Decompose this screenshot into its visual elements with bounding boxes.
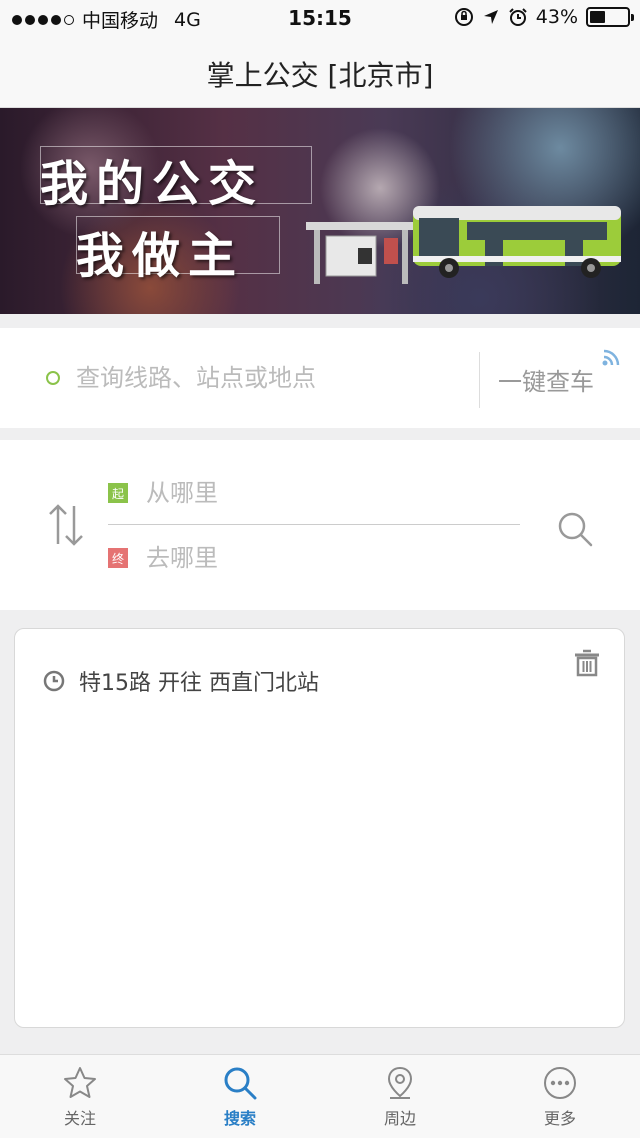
slogan-line2: 我做主 <box>76 228 245 284</box>
nav-bar: 掌上公交 [北京市] <box>0 36 640 108</box>
history-item[interactable]: 特15路 开往 西直门北站 <box>43 665 319 697</box>
bus-illustration <box>413 206 621 278</box>
route-planner: 起 终 <box>0 440 640 610</box>
tab-label: 搜索 <box>223 1109 256 1128</box>
page-title[interactable]: 掌上公交 [北京市] <box>0 54 640 94</box>
route-divider <box>108 524 520 525</box>
bus-stop-illustration <box>306 222 416 284</box>
to-input[interactable] <box>146 544 486 572</box>
from-tag: 起 <box>108 483 128 503</box>
location-arrow-icon <box>483 10 498 24</box>
trash-icon[interactable] <box>574 649 600 677</box>
tab-nearby[interactable]: 周边 <box>320 1055 480 1138</box>
divider <box>479 352 480 408</box>
search-icon <box>224 1067 257 1100</box>
slogan-line1: 我的公交 <box>40 156 265 212</box>
realtime-signal-icon <box>602 349 620 366</box>
search-row: 一键查车 <box>0 328 640 428</box>
search-indicator-icon <box>46 371 60 385</box>
to-tag: 终 <box>108 548 128 568</box>
history-card: 特15路 开往 西直门北站 <box>14 628 625 1028</box>
status-bar: 中国移动 4G 15:15 43% <box>0 0 640 36</box>
tab-label: 关注 <box>63 1109 96 1128</box>
history-item-text: 特15路 开往 西直门北站 <box>79 671 319 696</box>
tab-label: 周边 <box>383 1109 416 1128</box>
more-icon <box>544 1067 576 1099</box>
route-search-icon[interactable] <box>556 510 594 548</box>
location-pin-icon <box>387 1066 413 1099</box>
to-field[interactable]: 终 <box>108 538 508 578</box>
alarm-icon <box>509 8 527 26</box>
star-icon <box>64 1067 96 1098</box>
promo-banner[interactable]: 我的公交 我做主 <box>0 108 640 314</box>
rotation-lock-icon <box>454 8 473 26</box>
battery-percent: 43% <box>535 6 578 28</box>
tab-more[interactable]: 更多 <box>480 1055 640 1138</box>
tab-follow[interactable]: 关注 <box>0 1055 160 1138</box>
battery-icon <box>586 7 634 27</box>
tab-search[interactable]: 搜索 <box>160 1055 320 1138</box>
from-field[interactable]: 起 <box>108 473 508 513</box>
tab-bar: 关注 搜索 周边 更多 <box>0 1054 640 1138</box>
clock-icon <box>43 670 65 692</box>
from-input[interactable] <box>146 479 486 507</box>
swap-icon[interactable] <box>46 502 86 548</box>
one-key-query-button[interactable]: 一键查车 <box>498 362 594 397</box>
search-input[interactable] <box>76 358 466 398</box>
tab-label: 更多 <box>543 1109 576 1128</box>
status-right: 43% <box>454 6 634 28</box>
